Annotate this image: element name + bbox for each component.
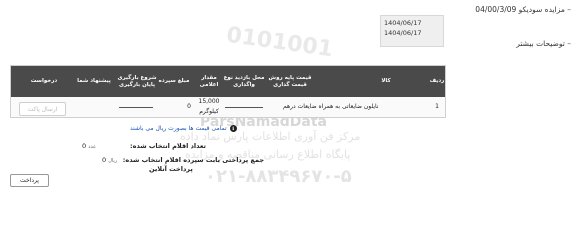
cell-delivery-empty [225,107,263,108]
col-quantity: مقدار اعلامی [199,74,219,88]
deposit-total-label: جمع پرداختی بابت سپرده اقلام انتخاب شده: [122,156,264,164]
auction-bullet: – [567,5,571,14]
auction-title-text: مزایده سودیکو 04/00/3/09 [475,5,565,14]
send-envelope-button[interactable]: ارسال پاکت [19,102,66,116]
auction-title: – مزایده سودیکو 04/00/3/09 [475,5,571,14]
watermark-phone: ۰۲۱-۸۸۳۴۹۶۷۰-۵ [205,166,352,187]
deposit-total-value: 0 ریال [102,156,117,164]
col-loading: شروع بارگیری پایان بارگیری [117,74,157,88]
more-info-label[interactable]: توضیحات بیشتر [516,39,565,48]
dates-box: 1404/06/17 1404/06/17 [380,15,444,47]
currency-note: i تمامی قیمت ها بصورت ریال می باشند [130,125,237,132]
col-base-price: قیمت پایه روش قیمت گذاری [268,74,312,88]
currency-note-text: تمامی قیمت ها بصورت ریال می باشند [130,125,227,132]
cell-item: نایلون ضایعاتی به همراه ضایعات درهم [283,103,379,110]
table-header: ردیف کالا قیمت پایه روش قیمت گذاری محل ب… [11,66,445,97]
selected-items-value: 0 عدد [82,142,96,150]
selected-items-unit: عدد [88,144,97,150]
items-table: ردیف کالا قیمت پایه روش قیمت گذاری محل ب… [10,65,446,118]
col-deposit: مبلغ سپرده [158,78,190,84]
selected-items-count: 0 [82,142,87,150]
date-start: 1404/06/17 [384,19,422,27]
deposit-total-unit: ریال [108,158,118,164]
table-row: 1 نایلون ضایعاتی به همراه ضایعات درهم 15… [11,97,445,117]
col-delivery: محل بازدید نوع واگذاری [223,74,265,88]
more-info-link[interactable]: – توضیحات بیشتر [516,39,571,48]
col-request: درخواست [30,78,58,84]
col-row: ردیف [429,78,445,84]
online-payment-label: پرداخت آنلاین [149,165,193,173]
watermark-code: 0101001 [224,22,335,63]
info-icon: i [229,125,237,132]
cell-deposit: 0 [187,103,191,110]
col-item: کالا [381,78,391,84]
selected-items-label: تعداد اقلام انتخاب شده: [130,142,206,150]
cell-unit: کیلوگرم [199,108,219,115]
cell-row: 1 [435,103,439,110]
date-end: 1404/06/17 [384,29,422,37]
cell-quantity: 15,000 [198,98,220,105]
more-info-bullet: – [567,39,571,48]
col-offer: پیشنهاد شما [77,78,111,84]
deposit-total-amount: 0 [102,156,107,164]
pay-button[interactable]: پرداخت [10,174,49,187]
cell-loading-empty [119,107,153,108]
